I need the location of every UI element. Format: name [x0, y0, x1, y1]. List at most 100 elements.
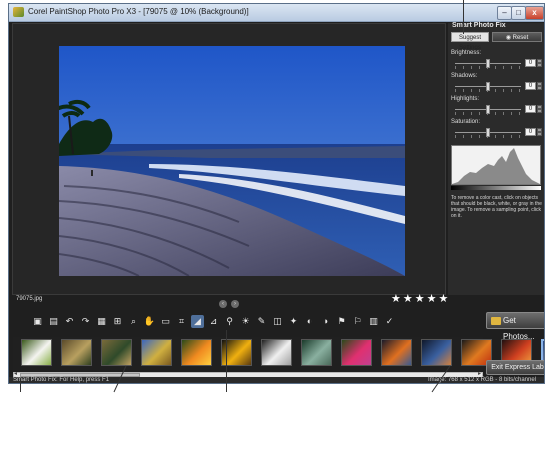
thumb-daisies[interactable] — [21, 339, 52, 366]
folder-icon — [491, 317, 501, 325]
window-title: Corel PaintShop Photo Pro X3 - [79075 @ … — [28, 7, 249, 16]
adjustment-slider[interactable] — [455, 82, 521, 92]
crop-icon[interactable]: ⌗ — [175, 315, 188, 328]
get-photos-button[interactable]: Get Photos... — [486, 312, 544, 341]
next-image-button[interactable]: › — [231, 300, 239, 308]
slider-knob[interactable] — [486, 59, 490, 68]
callout-line — [20, 382, 21, 392]
get-photos-label: Get Photos... — [503, 316, 535, 341]
star-icon[interactable]: ★ — [439, 294, 449, 305]
beach-image — [59, 46, 405, 276]
smart-photo-fix-icon[interactable]: ◢ — [191, 314, 204, 328]
scroll-left-icon[interactable]: ◂ — [14, 370, 17, 377]
thumb-autumn-tree[interactable] — [101, 339, 132, 366]
spin-arrows[interactable] — [537, 59, 542, 67]
express-lab-toolbar: ▣ ▤ ↶ ↷ ▦ ⊞ ⌕ ✋ ▭ ⌗ ◢ ⊿ ⚲ ☀ ✎ ◫ ✦ ◐ ◑ ⚑ ⚐ ▥ ✓ — [31, 314, 396, 328]
panel-help-text: To remove a color cast, click on objects… — [451, 195, 542, 219]
red-eye-icon[interactable]: ⚲ — [223, 315, 236, 328]
slider-label: Highlights: — [451, 96, 480, 102]
actual-size-icon[interactable]: ▦ — [95, 315, 108, 328]
scroll-right-icon[interactable]: ▸ — [478, 370, 481, 377]
rotate-right-icon[interactable]: ◑ — [319, 315, 332, 328]
star-rating: ★ ★ ★ ★ ★ — [391, 294, 448, 305]
beach-photo[interactable] — [59, 46, 405, 276]
makeover-icon[interactable]: ✎ — [255, 315, 268, 328]
status-bar: Smart Photo Fix: For Help, press F1 Imag… — [9, 377, 544, 383]
image-navigation: ‹ › — [219, 300, 239, 308]
suggest-settings-button[interactable]: Suggest Settings — [451, 32, 489, 51]
reset-button[interactable]: ◉ Reset — [492, 32, 542, 42]
slider-value-field[interactable]: 0 — [525, 82, 536, 90]
delete-icon[interactable]: ▥ — [367, 315, 380, 328]
depth-of-field-icon[interactable]: ◫ — [271, 315, 284, 328]
smart-photo-fix-panel: Smart Photo Fix Suggest Settings ◉ Reset… — [448, 22, 544, 295]
thumb-flowers-orange[interactable] — [181, 339, 212, 366]
exit-express-lab-button[interactable]: Exit Express Lab — [486, 360, 544, 375]
fill-flash-icon[interactable]: ☀ — [239, 315, 252, 328]
spin-arrows[interactable] — [537, 105, 542, 113]
redo-icon[interactable]: ↷ — [79, 315, 92, 328]
thumb-mountains[interactable] — [301, 339, 332, 366]
spin-down-icon[interactable] — [537, 132, 542, 136]
adjustment-slider[interactable] — [455, 105, 521, 115]
save-as-icon[interactable]: ▤ — [47, 315, 60, 328]
slider-knob[interactable] — [486, 82, 490, 91]
spin-down-icon[interactable] — [537, 86, 542, 90]
edit-icon[interactable]: ✓ — [383, 315, 396, 328]
star-icon[interactable]: ★ — [391, 294, 401, 305]
thumb-pink-flowers[interactable] — [341, 339, 372, 366]
save-icon[interactable]: ▣ — [31, 315, 44, 328]
minimize-button[interactable]: – — [497, 6, 512, 20]
image-filename: 79075.jpg — [16, 296, 43, 302]
slider-value-field[interactable]: 0 — [525, 128, 536, 136]
slider-label: Shadows: — [451, 73, 478, 79]
star-icon[interactable]: ★ — [415, 294, 425, 305]
thumb-field[interactable] — [141, 339, 172, 366]
maximize-button[interactable]: □ — [511, 6, 526, 20]
undo-icon[interactable]: ↶ — [63, 315, 76, 328]
spin-down-icon[interactable] — [537, 109, 542, 113]
slider-knob[interactable] — [486, 105, 490, 114]
histogram-graph — [452, 148, 540, 184]
adjustment-slider[interactable] — [455, 59, 521, 69]
thumb-sunset-city[interactable] — [381, 339, 412, 366]
app-window: Corel PaintShop Photo Pro X3 - [79075 @ … — [8, 3, 545, 384]
slider-value-field[interactable]: 0 — [525, 105, 536, 113]
object-remover-icon[interactable]: ✦ — [287, 315, 300, 328]
slider-label: Brightness: — [451, 50, 482, 56]
thumb-forest[interactable] — [61, 339, 92, 366]
straighten-icon[interactable]: ⊿ — [207, 315, 220, 328]
rotate-left-icon[interactable]: ◐ — [303, 315, 316, 328]
info-icon[interactable]: ▭ — [159, 315, 172, 328]
callout-line — [226, 330, 227, 392]
thumb-night-beach[interactable] — [421, 339, 452, 366]
thumb-white-flower[interactable] — [261, 339, 292, 366]
slider-label: Saturation: — [451, 119, 481, 125]
pan-hand-icon[interactable]: ✋ — [143, 315, 156, 328]
histogram — [451, 145, 541, 185]
close-button[interactable]: x — [525, 6, 544, 20]
star-icon[interactable]: ★ — [403, 294, 413, 305]
slider-value-field[interactable]: 0 — [525, 59, 536, 67]
flag-icon[interactable]: ⚑ — [335, 315, 348, 328]
star-icon[interactable]: ★ — [427, 294, 437, 305]
status-image-info: Image: 768 x 512 x RGB - 8 bits/channel — [427, 377, 536, 383]
thumbnail-strip — [13, 337, 544, 370]
spin-down-icon[interactable] — [537, 63, 542, 67]
image-canvas — [12, 23, 446, 295]
panel-title: Smart Photo Fix — [452, 22, 506, 29]
reset-label: Reset — [512, 35, 529, 41]
status-help-text: Smart Photo Fix: For Help, press F1 — [13, 377, 110, 383]
zoom-icon[interactable]: ⌕ — [127, 315, 140, 328]
spin-arrows[interactable] — [537, 128, 542, 136]
slider-knob[interactable] — [486, 128, 490, 137]
previous-image-button[interactable]: ‹ — [219, 300, 227, 308]
flag-green-icon[interactable]: ⚐ — [351, 315, 364, 328]
adjustment-slider[interactable] — [455, 128, 521, 138]
callout-line — [463, 0, 464, 34]
app-logo-icon — [13, 7, 24, 17]
histogram-gradient — [451, 186, 541, 190]
fit-window-icon[interactable]: ⊞ — [111, 315, 124, 328]
spin-arrows[interactable] — [537, 82, 542, 90]
reset-icon: ◉ — [505, 35, 513, 41]
